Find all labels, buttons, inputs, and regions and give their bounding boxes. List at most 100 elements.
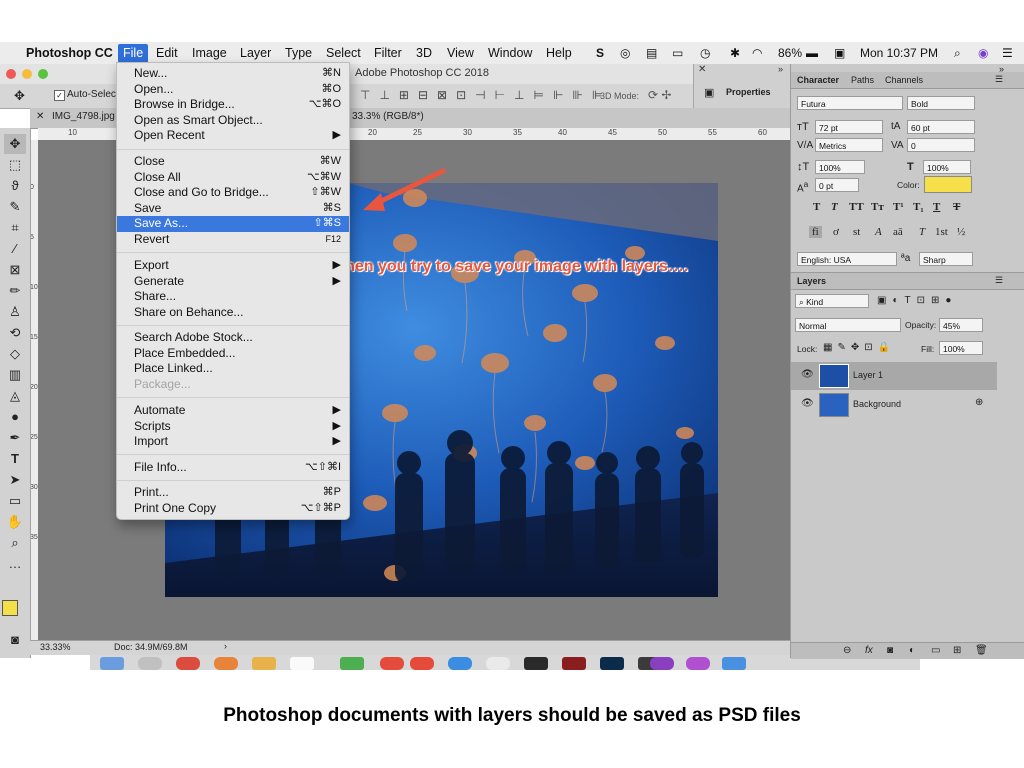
link-icon[interactable]: ⊖ xyxy=(843,645,851,656)
contextual-button[interactable]: T xyxy=(919,226,925,238)
time-machine-icon[interactable]: ◷ xyxy=(700,46,710,60)
minimize-window-button[interactable] xyxy=(22,69,32,79)
brush-tool-icon[interactable]: ✏ xyxy=(4,281,26,301)
opacity-field[interactable]: 45% xyxy=(939,318,983,332)
menu-item-file-info[interactable]: File Info... ⌥⇧⌘I xyxy=(117,460,349,476)
move-tool-icon[interactable]: ✥ xyxy=(4,134,26,154)
menu-item-print[interactable]: Print... ⌘P xyxy=(117,485,349,501)
hand-tool-icon[interactable]: ✋ xyxy=(4,512,26,532)
menu-item-scripts[interactable]: Scripts ▶ xyxy=(117,419,349,435)
layer-row-background[interactable]: 👁 Background ⊕ xyxy=(791,391,997,419)
photoshop-dock-icon[interactable] xyxy=(600,657,624,670)
spotlight-icon[interactable]: ⌕ xyxy=(954,46,961,61)
clock[interactable]: Mon 10:37 PM xyxy=(860,46,938,60)
menu-item-import[interactable]: Import ▶ xyxy=(117,434,349,450)
doc-tab-name[interactable]: IMG_4798.jpg xyxy=(52,111,115,122)
menu-window[interactable]: Window xyxy=(488,46,532,60)
creative-cloud-icon[interactable]: ◎ xyxy=(620,46,630,60)
properties-button[interactable]: Properties xyxy=(726,87,771,97)
menu-item-new[interactable]: New... ⌘N xyxy=(117,66,349,82)
layer-row-layer1[interactable]: 👁 Layer 1 xyxy=(791,362,997,390)
auto-select-checkbox[interactable]: ✓ xyxy=(54,90,65,101)
zoom-window-button[interactable] xyxy=(38,69,48,79)
marquee-tool-icon[interactable]: ⬚ xyxy=(4,155,26,175)
quick-select-tool-icon[interactable]: ✎ xyxy=(4,197,26,217)
tab-paths[interactable]: Paths xyxy=(851,75,874,85)
stylistic-alternates-button[interactable]: st xyxy=(853,226,860,238)
close-tab-icon[interactable]: ✕ xyxy=(36,111,44,122)
siri-icon[interactable]: ◉ xyxy=(978,46,988,60)
textedit-dock-icon[interactable] xyxy=(290,657,314,670)
notification-icon[interactable]: ☰ xyxy=(1002,46,1013,60)
menu-item-close-all[interactable]: Close All ⌥⌘W xyxy=(117,170,349,186)
menu-item-save[interactable]: Save ⌘S xyxy=(117,201,349,217)
menu-type[interactable]: Type xyxy=(285,46,312,60)
type-tool-icon[interactable]: T xyxy=(4,449,26,469)
fractions-button[interactable]: ½ xyxy=(957,226,965,238)
wifi-icon[interactable]: ◠ xyxy=(752,46,762,60)
display-icon[interactable]: ▣ xyxy=(834,46,845,60)
text-color-swatch[interactable] xyxy=(924,176,972,193)
safari-dock-icon[interactable] xyxy=(486,657,510,670)
menu-select[interactable]: Select xyxy=(326,46,361,60)
shape-tool-icon[interactable]: ▭ xyxy=(4,491,26,511)
collapse-icon[interactable]: » xyxy=(778,64,783,74)
healing-tool-icon[interactable]: ⊠ xyxy=(4,260,26,280)
menu-3d[interactable]: 3D xyxy=(416,46,432,60)
acrobat-dock-icon[interactable] xyxy=(562,657,586,670)
status-arrow-icon[interactable]: › xyxy=(224,641,227,651)
menu-edit[interactable]: Edit xyxy=(156,46,178,60)
menu-item-search-adobe-stock[interactable]: Search Adobe Stock... xyxy=(117,330,349,346)
notes-dock-icon[interactable] xyxy=(252,657,276,670)
menu-item-open[interactable]: Open... ⌘O xyxy=(117,82,349,98)
crop-tool-icon[interactable]: ⌗ xyxy=(4,218,26,238)
menu-item-export[interactable]: Export ▶ xyxy=(117,258,349,274)
close-icon[interactable]: ✕ xyxy=(698,64,706,75)
menu-help[interactable]: Help xyxy=(546,46,572,60)
itunes-dock-icon[interactable] xyxy=(686,657,710,670)
menu-file[interactable]: File xyxy=(118,44,149,63)
lasso-tool-icon[interactable]: ϑ xyxy=(4,176,26,196)
tab-character[interactable]: Character xyxy=(797,75,839,85)
menu-item-browse-in-bridge[interactable]: Browse in Bridge... ⌥⌘O xyxy=(117,97,349,113)
subscript-button[interactable]: T₁ xyxy=(913,201,924,213)
menu-image[interactable]: Image xyxy=(192,46,227,60)
menu-view[interactable]: View xyxy=(447,46,474,60)
baseline-shift-field[interactable]: 0 pt xyxy=(815,178,859,192)
airplay-icon[interactable]: ▭ xyxy=(672,46,683,60)
visibility-eye-icon[interactable]: 👁 xyxy=(801,369,814,380)
faux-italic-button[interactable]: T xyxy=(831,201,838,213)
tab-layers[interactable]: Layers xyxy=(797,276,826,286)
menu-item-place-linked[interactable]: Place Linked... xyxy=(117,361,349,377)
menu-filter[interactable]: Filter xyxy=(374,46,402,60)
menu-item-save-as[interactable]: Save As... ⇧⌘S xyxy=(117,216,349,232)
history-brush-tool-icon[interactable]: ⟲ xyxy=(4,323,26,343)
horizontal-scale-field[interactable]: 100% xyxy=(923,160,971,174)
path-select-tool-icon[interactable]: ➤ xyxy=(4,470,26,490)
menu-item-share-behance[interactable]: Share on Behance... xyxy=(117,305,349,321)
foreground-color-swatch[interactable] xyxy=(2,600,18,616)
underline-button[interactable]: T xyxy=(933,201,940,213)
zoom-tool-icon[interactable]: ⌕ xyxy=(4,533,26,553)
eraser-tool-icon[interactable]: ◇ xyxy=(4,344,26,364)
menu-item-close-go-bridge[interactable]: Close and Go to Bridge... ⇧⌘W xyxy=(117,185,349,201)
fill-field[interactable]: 100% xyxy=(939,341,983,355)
layer-name[interactable]: Background xyxy=(853,399,901,409)
lock-icons[interactable]: ▦✎✥⊡🔒 xyxy=(823,342,895,353)
small-caps-button[interactable]: Tт xyxy=(871,201,884,213)
launchpad-dock-icon[interactable] xyxy=(138,657,162,670)
eyedropper-tool-icon[interactable]: ⁄ xyxy=(4,239,26,259)
podcasts-dock-icon[interactable] xyxy=(650,657,674,670)
ordinals-button[interactable]: 1st xyxy=(935,226,948,238)
layers-menu-icon[interactable]: ☰ xyxy=(995,275,1003,286)
strikethrough-button[interactable]: T xyxy=(953,201,960,213)
mask-icon[interactable]: ◙ xyxy=(887,645,893,656)
dodge-tool-icon[interactable]: ● xyxy=(4,407,26,427)
layer-filter-icons[interactable]: ▣◐T⊡⊞● xyxy=(877,295,957,306)
leading-field[interactable]: 60 pt xyxy=(907,120,975,134)
titling-button[interactable]: aā xyxy=(893,226,903,238)
superscript-button[interactable]: T¹ xyxy=(893,201,904,213)
trash-icon[interactable]: 🗑 xyxy=(975,645,988,656)
calendar-dock-icon[interactable] xyxy=(410,657,434,670)
group-icon[interactable]: ▭ xyxy=(931,645,940,656)
